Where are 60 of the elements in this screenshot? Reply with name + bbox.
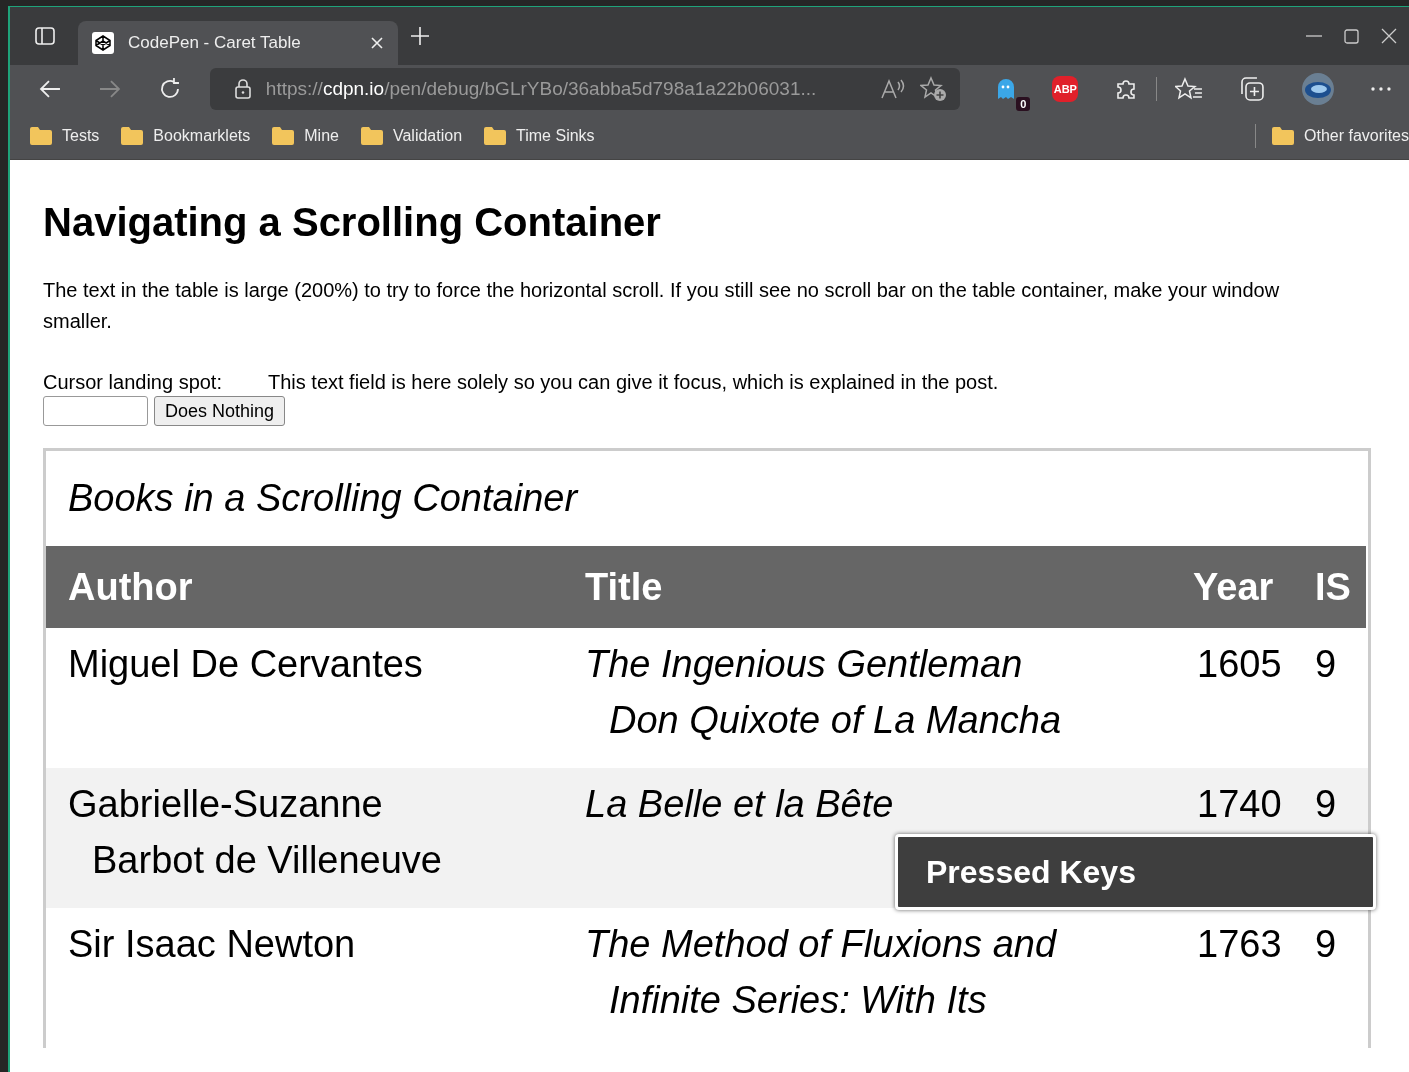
title-text: Don Quixote of La Mancha [609, 698, 1062, 743]
column-header: Author [67, 565, 194, 609]
title-text: The Method of Fluxions and [585, 922, 1057, 967]
field-label: Cursor landing spot: [43, 371, 222, 394]
author-text: Miguel De Cervantes [68, 642, 423, 687]
author-text: Sir Isaac Newton [68, 922, 356, 967]
bookmark-folder[interactable]: Time Sinks [484, 127, 595, 145]
address-bar[interactable]: https://cdpn.io/pen/debug/bGLrYBo/36abba5d798a1a22b06031... [209, 68, 961, 110]
does-nothing-button[interactable]: Does Nothing [154, 396, 286, 426]
ghost-extension-button[interactable]: 0 [996, 77, 1031, 111]
folder-icon [1272, 127, 1295, 145]
read-aloud-icon[interactable] [880, 78, 907, 100]
author-text: Gabrielle-Suzanne [68, 782, 383, 827]
year-cell: 1605 [1197, 643, 1282, 685]
folder-icon [30, 127, 52, 145]
bookmark-folder[interactable]: Mine [272, 127, 339, 145]
folder-icon [121, 127, 144, 145]
add-favorite-icon[interactable] [920, 76, 949, 102]
tab-title: CodePen - Caret Table [128, 33, 302, 53]
more-options-icon[interactable] [1371, 87, 1391, 91]
close-icon[interactable] [1381, 28, 1397, 44]
year-cell: 1763 [1197, 923, 1282, 965]
ghost-icon [996, 77, 1017, 101]
input-field[interactable] [43, 396, 148, 426]
url-text: https://cdpn.io/pen/debug/bGLrYBo/36abba5d798a1a22b06031... [265, 78, 818, 100]
table-caption: Books in a Scrolling Container [67, 476, 580, 521]
lock-icon [233, 79, 252, 99]
profile-avatar-icon[interactable] [1301, 72, 1336, 106]
bookmark-folder[interactable]: Bookmarklets [121, 127, 251, 145]
bookmark-folder[interactable]: Other favorites [1272, 127, 1409, 145]
field-note: This text field is here solely so you can give it focus, which is explained in the post. [268, 371, 999, 394]
page-heading: Navigating a Scrolling Container [43, 200, 662, 245]
column-header: Title [584, 565, 664, 609]
new-tab-icon[interactable] [410, 26, 430, 46]
cube-logo-icon [92, 32, 114, 54]
collections-icon[interactable] [1239, 76, 1266, 102]
maximize-icon[interactable] [1344, 28, 1359, 44]
author-text: Barbot de Villeneuve [92, 838, 442, 883]
count-badge: 0 [1016, 97, 1031, 111]
title-text: La Belle et la Bête [585, 782, 894, 827]
isbn-cell: 9 [1315, 783, 1337, 825]
title-text: Infinite Series: With Its [609, 978, 987, 1023]
tab-sidebar-icon[interactable] [34, 26, 56, 46]
year-cell: 1740 [1197, 783, 1282, 825]
column-header: IS [1314, 565, 1352, 609]
adblock-button[interactable]: ABP [1052, 76, 1079, 102]
favorites-icon[interactable] [1175, 77, 1204, 101]
title-text: The Ingenious Gentleman [585, 642, 1023, 687]
bookmark-folder[interactable]: Validation [360, 127, 463, 145]
isbn-cell: 9 [1315, 643, 1337, 685]
column-header: Year [1192, 565, 1275, 609]
folder-icon [360, 127, 383, 145]
folder-icon [272, 127, 295, 145]
intro-paragraph: The text in the table is large (200%) to try to force the horizontal scroll. If you still see no scroll bar on the table container, make your window smaller. [43, 278, 1281, 334]
panel-title: Pressed Keys [926, 853, 1136, 891]
back-arrow-icon[interactable] [38, 79, 62, 99]
bookmark-folder[interactable]: Tests [30, 127, 100, 145]
browser-tab[interactable]: CodePen - Caret Table [78, 21, 398, 65]
isbn-cell: 9 [1315, 923, 1337, 965]
folder-icon [484, 127, 507, 145]
